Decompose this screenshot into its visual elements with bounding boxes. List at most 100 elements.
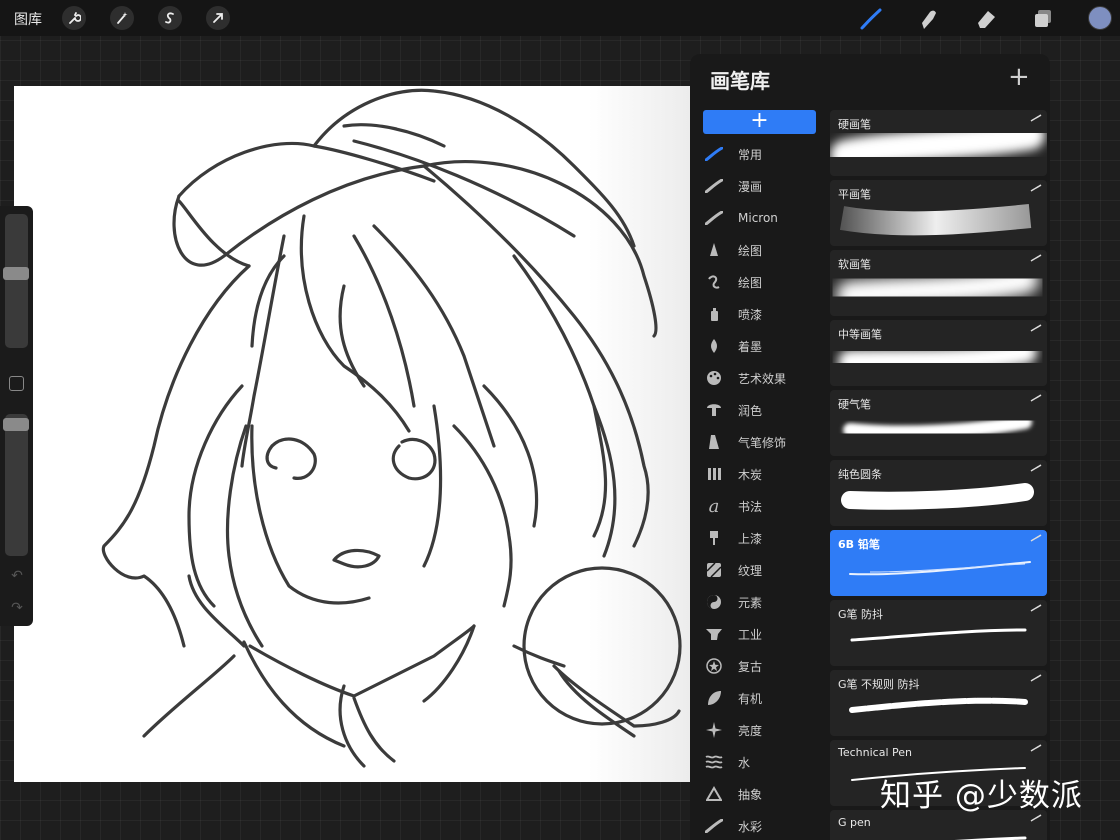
pencil-tip-icon [703, 242, 725, 258]
brush-set-item[interactable]: 工业 [690, 618, 825, 650]
brush-set-label: 漫画 [738, 179, 763, 194]
brush-type-icon [1030, 324, 1042, 332]
brush-name: G pen [838, 816, 871, 829]
redo-icon[interactable]: ↷ [8, 600, 26, 618]
brush-type-icon [1030, 814, 1042, 822]
brush-set-label: 水 [738, 755, 751, 770]
brush-stroke-icon [703, 147, 725, 161]
brush-set-label: 木炭 [738, 467, 763, 482]
brush-set-item[interactable]: 润色 [690, 394, 825, 426]
brush-set-item[interactable]: 元素 [690, 586, 825, 618]
brush-set-item[interactable]: 复古 [690, 650, 825, 682]
brush-card[interactable]: 硬画笔 [830, 110, 1047, 176]
brush-icon[interactable] [858, 6, 884, 32]
brush-set-label: 复古 [738, 659, 763, 674]
brush-type-icon [1030, 604, 1042, 612]
brush-set-label: 书法 [738, 499, 763, 514]
brush-set-item[interactable]: 水彩 [690, 810, 825, 840]
brush-set-label: 着墨 [738, 339, 763, 354]
brush-card[interactable]: 6B 铅笔 [830, 530, 1047, 596]
brush-set-label: 抽象 [738, 787, 763, 802]
modify-button[interactable] [9, 376, 24, 391]
brush-card[interactable]: 中等画笔 [830, 320, 1047, 386]
brush-size-slider[interactable] [5, 214, 28, 348]
brush-list: 硬画笔 平画笔 软画笔 中等画笔 硬气笔 纯色圆条 6B 铅笔 G笔 防抖 G笔 不规则 防抖 T… [830, 110, 1048, 840]
brush-set-item[interactable]: 抽象 [690, 778, 825, 810]
brush-set-label: 常用 [738, 147, 763, 162]
brush-size-thumb[interactable] [3, 267, 29, 280]
brush-name: 软画笔 [838, 258, 871, 271]
brush-set-label: 绘图 [738, 275, 763, 290]
transform-arrow-icon[interactable] [206, 6, 230, 30]
brush-set-item[interactable]: 着墨 [690, 330, 825, 362]
brush-card[interactable]: G笔 防抖 [830, 600, 1047, 666]
mushroom-icon [703, 402, 725, 418]
brush-set-item[interactable]: 绘图 [690, 266, 825, 298]
brush-set-label: 工业 [738, 627, 763, 642]
gallery-button[interactable]: 图库 [14, 9, 42, 29]
brush-set-item[interactable]: 常用 [690, 138, 825, 170]
brush-set-label: 纹理 [738, 563, 763, 578]
brush-set-item[interactable]: 纹理 [690, 554, 825, 586]
wrench-icon[interactable] [62, 6, 86, 30]
squiggle-icon [703, 274, 725, 290]
smudge-icon[interactable] [916, 6, 942, 32]
brush-type-icon [1030, 744, 1042, 752]
drawing-canvas[interactable] [14, 86, 690, 782]
brush-name: 硬气笔 [838, 398, 871, 411]
brush-set-item[interactable]: 木炭 [690, 458, 825, 490]
brush-card[interactable]: 纯色圆条 [830, 460, 1047, 526]
brush-stroke-icon [703, 819, 725, 833]
brush-set-item[interactable]: 气笔修饰 [690, 426, 825, 458]
selection-icon[interactable] [158, 6, 182, 30]
top-toolbar: 图库 [0, 0, 1120, 36]
brush-stroke-icon [703, 211, 725, 225]
ink-nib-icon [703, 338, 725, 354]
undo-icon[interactable]: ↶ [8, 568, 26, 586]
brush-set-item[interactable]: 喷漆 [690, 298, 825, 330]
brush-set-label: 有机 [738, 691, 763, 706]
brush-card[interactable]: G笔 不规则 防抖 [830, 670, 1047, 736]
texture-icon [703, 562, 725, 578]
yin-yang-icon [703, 594, 725, 610]
brush-card[interactable]: 硬气笔 [830, 390, 1047, 456]
layers-icon[interactable] [1030, 6, 1056, 32]
brush-set-item[interactable]: a 书法 [690, 490, 825, 522]
brush-type-icon [1030, 184, 1042, 192]
brush-set-label: 绘图 [738, 243, 763, 258]
waves-icon [703, 754, 725, 770]
brush-set-item[interactable]: 有机 [690, 682, 825, 714]
opacity-slider[interactable] [5, 414, 28, 556]
brush-name: 平画笔 [838, 188, 871, 201]
color-picker-swatch[interactable] [1088, 6, 1112, 30]
brush-set-item[interactable]: 艺术效果 [690, 362, 825, 394]
watermark: 知乎 @少数派 [880, 778, 1083, 814]
brush-card[interactable]: 平画笔 [830, 180, 1047, 246]
opacity-thumb[interactable] [3, 418, 29, 431]
triangle-icon [703, 786, 725, 802]
brush-name: 硬画笔 [838, 118, 871, 131]
brush-set-item[interactable]: 绘图 [690, 234, 825, 266]
paint-brush-icon [703, 530, 725, 546]
star-badge-icon [703, 658, 725, 674]
anvil-icon [703, 627, 725, 641]
brush-set-label: 亮度 [738, 723, 763, 738]
brush-card[interactable]: 软画笔 [830, 250, 1047, 316]
brush-set-label: 元素 [738, 595, 763, 610]
charcoal-icon [703, 466, 725, 482]
brush-set-item[interactable]: 上漆 [690, 522, 825, 554]
brush-set-label: 水彩 [738, 819, 763, 834]
brush-set-label: 上漆 [738, 531, 763, 546]
brush-set-item[interactable]: Micron [690, 202, 825, 234]
add-brush-set-button[interactable]: + [703, 110, 816, 134]
calligraphy-icon: a [708, 495, 720, 517]
palette-icon [703, 370, 725, 386]
magic-wand-icon[interactable] [110, 6, 134, 30]
brush-name: 中等画笔 [838, 328, 882, 341]
spray-can-icon [703, 306, 725, 322]
eraser-icon[interactable] [974, 6, 1000, 32]
add-brush-button[interactable]: + [1008, 64, 1030, 90]
brush-set-item[interactable]: 水 [690, 746, 825, 778]
brush-set-item[interactable]: 亮度 [690, 714, 825, 746]
brush-set-item[interactable]: 漫画 [690, 170, 825, 202]
